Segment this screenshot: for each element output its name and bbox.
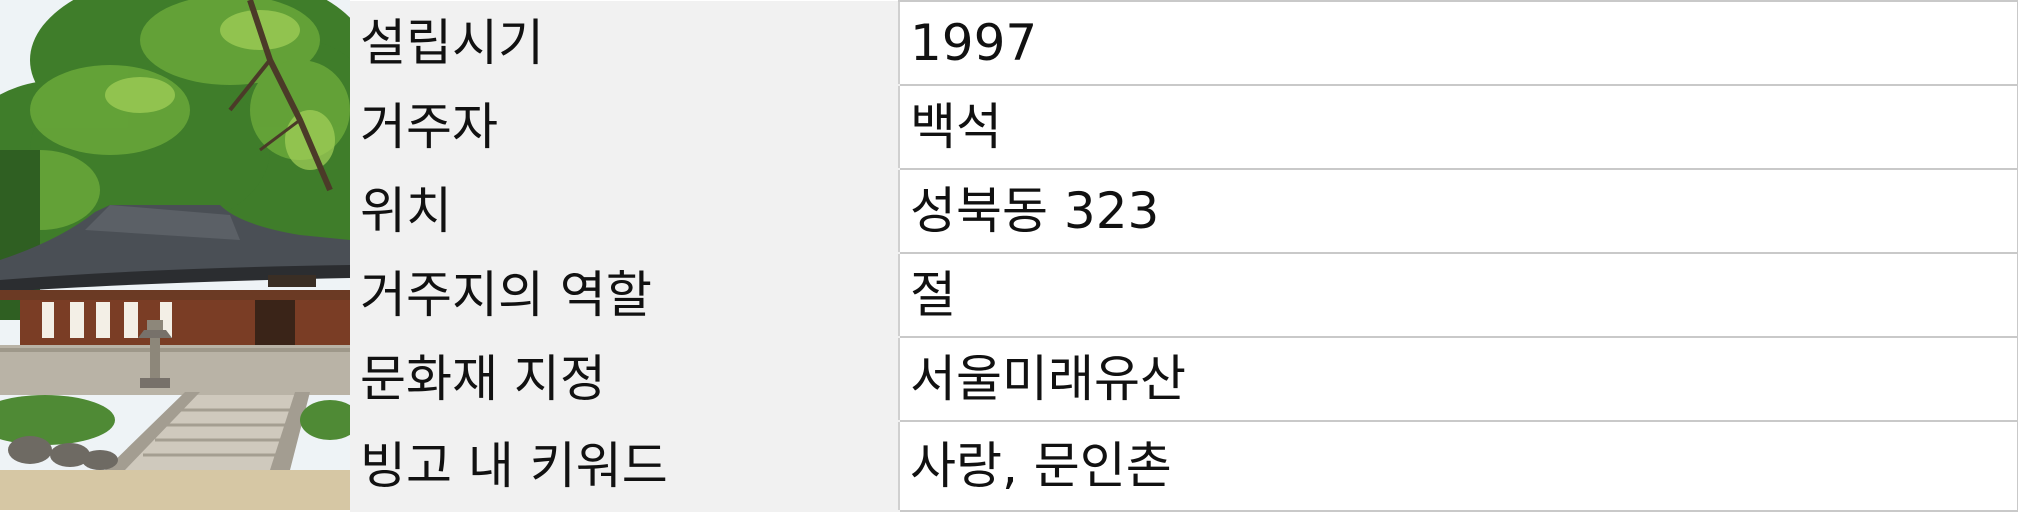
row-value-resident: 백석 <box>898 84 2018 170</box>
row-label-location: 위치 <box>350 169 899 254</box>
row-value-residence-role: 절 <box>898 252 2018 338</box>
table-row: 문화재 지정 서울미래유산 <box>350 336 2018 422</box>
row-label-founded: 설립시기 <box>350 1 899 86</box>
row-value-location: 성북동 323 <box>898 168 2018 254</box>
info-card: 설립시기 1997 거주자 백석 위치 성북동 323 거주지의 역할 절 문화… <box>0 0 2018 512</box>
table-row: 거주자 백석 <box>350 84 2018 170</box>
row-label-heritage: 문화재 지정 <box>350 337 899 422</box>
info-table: 설립시기 1997 거주자 백석 위치 성북동 323 거주지의 역할 절 문화… <box>350 0 2018 512</box>
table-row: 거주지의 역할 절 <box>350 252 2018 338</box>
row-label-residence-role: 거주지의 역할 <box>350 253 899 338</box>
row-label-resident: 거주자 <box>350 85 899 170</box>
table-row: 위치 성북동 323 <box>350 168 2018 254</box>
table-row: 설립시기 1997 <box>350 0 2018 86</box>
row-value-heritage: 서울미래유산 <box>898 336 2018 422</box>
row-label-bingo-keywords: 빙고 내 키워드 <box>350 421 899 512</box>
table-row: 빙고 내 키워드 사랑, 문인촌 <box>350 420 2018 512</box>
hanok-pavilion-photo <box>0 0 350 510</box>
row-value-founded: 1997 <box>898 0 2018 86</box>
row-value-bingo-keywords: 사랑, 문인촌 <box>898 420 2018 512</box>
hanok-photo <box>0 0 350 510</box>
